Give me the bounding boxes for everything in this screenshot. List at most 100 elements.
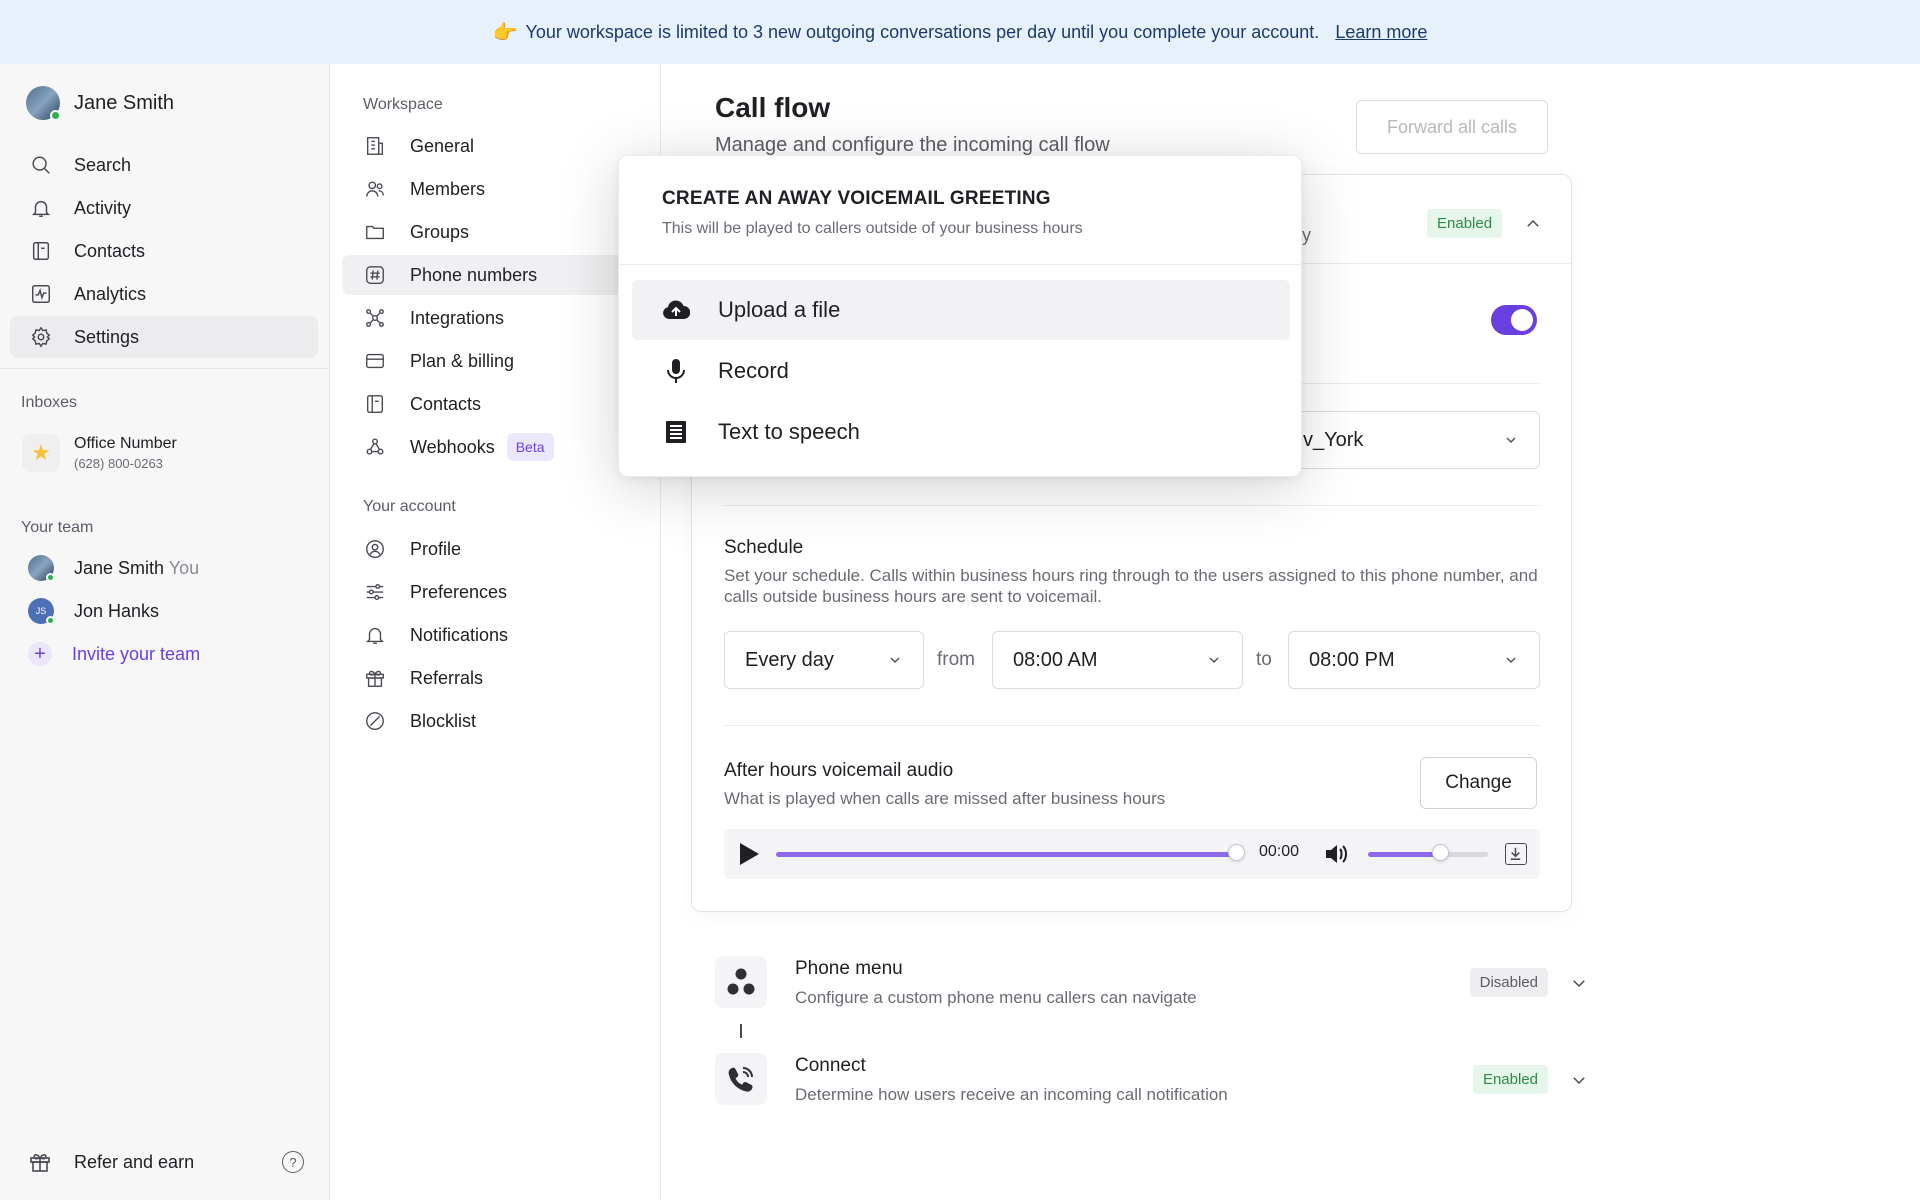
chevron-up-icon[interactable] bbox=[1524, 215, 1542, 233]
after-hours-title: After hours voicemail audio bbox=[724, 760, 954, 781]
settings-item-label: Members bbox=[410, 178, 486, 199]
to-time-select[interactable]: 08:00 PM bbox=[1288, 631, 1540, 689]
nav-analytics[interactable]: Analytics bbox=[10, 273, 318, 315]
bell-icon bbox=[31, 200, 51, 217]
flow-connector bbox=[740, 1024, 742, 1038]
settings-item-label: General bbox=[410, 135, 475, 156]
analytics-icon bbox=[32, 285, 50, 303]
popover-subtitle: This will be played to callers outside o… bbox=[662, 220, 1083, 237]
settings-item-profile[interactable]: Profile bbox=[342, 529, 642, 569]
settings-item-notifications[interactable]: Notifications bbox=[342, 615, 642, 655]
settings-item-label: Preferences bbox=[410, 581, 508, 602]
step-description: Determine how users receive an incoming … bbox=[795, 1085, 1228, 1104]
settings-item-preferences[interactable]: Preferences bbox=[342, 572, 642, 612]
forward-all-calls-button[interactable]: Forward all calls bbox=[1356, 100, 1548, 154]
status-badge: Enabled bbox=[1472, 1065, 1548, 1094]
timezone-select[interactable]: v_York bbox=[1282, 411, 1540, 469]
inbox-phone-number: (628) 800-0263 bbox=[74, 456, 163, 471]
business-hours-toggle[interactable] bbox=[1491, 305, 1537, 335]
settings-item-integrations[interactable]: Integrations bbox=[342, 298, 642, 338]
nav-search[interactable]: Search bbox=[10, 144, 318, 186]
refer-and-earn[interactable]: Refer and earn ? bbox=[28, 1150, 304, 1174]
settings-item-contacts[interactable]: Contacts bbox=[342, 384, 642, 424]
from-label: from bbox=[937, 649, 975, 670]
nav-activity-label: Activity bbox=[74, 197, 132, 218]
phone-menu-step[interactable]: Phone menu Configure a custom phone menu… bbox=[715, 956, 1588, 1008]
star-icon: ★ bbox=[22, 434, 60, 472]
settings-item-label: Notifications bbox=[410, 624, 509, 645]
settings-item-members[interactable]: Members bbox=[342, 169, 642, 209]
download-icon[interactable] bbox=[1505, 843, 1527, 865]
building-icon bbox=[366, 137, 384, 155]
settings-item-label: Blocklist bbox=[410, 710, 477, 731]
team-member-jane[interactable]: Jane Smith You bbox=[28, 555, 199, 582]
phone-menu-icon bbox=[715, 956, 767, 1008]
volume-slider[interactable] bbox=[1368, 852, 1488, 857]
nav-settings[interactable]: Settings bbox=[10, 316, 318, 358]
audio-progress-fill bbox=[776, 852, 1236, 857]
gift-icon bbox=[366, 670, 384, 687]
audio-time: 00:00 bbox=[1259, 843, 1300, 860]
settings-item-label: Contacts bbox=[410, 393, 482, 414]
nav-contacts[interactable]: Contacts bbox=[10, 230, 318, 272]
settings-item-webhooks[interactable]: Webhooks Beta bbox=[342, 427, 642, 467]
contacts-icon bbox=[32, 242, 50, 260]
status-badge: Enabled bbox=[1427, 209, 1503, 238]
volume-icon[interactable] bbox=[1324, 842, 1350, 866]
learn-more-link[interactable]: Learn more bbox=[1335, 22, 1427, 43]
settings-item-groups[interactable]: Groups bbox=[342, 212, 642, 252]
from-time-select[interactable]: 08:00 AM bbox=[992, 631, 1243, 689]
avatar-initials: JS bbox=[35, 606, 47, 616]
audio-progress-bar[interactable] bbox=[776, 852, 1236, 857]
settings-item-plan-billing[interactable]: Plan & billing bbox=[342, 341, 642, 381]
inbox-office-number[interactable]: ★ Office Number (628) 800-0263 bbox=[22, 434, 177, 472]
settings-item-label: Integrations bbox=[410, 307, 505, 328]
play-icon[interactable] bbox=[740, 843, 759, 865]
to-label: to bbox=[1256, 649, 1272, 670]
banner-text: Your workspace is limited to 3 new outgo… bbox=[525, 21, 1320, 42]
user-profile[interactable]: Jane Smith bbox=[26, 86, 174, 121]
step-title: Connect bbox=[795, 1055, 866, 1076]
help-icon[interactable]: ? bbox=[282, 1151, 304, 1173]
audio-progress-handle[interactable] bbox=[1227, 844, 1245, 861]
nav-settings-label: Settings bbox=[74, 326, 140, 347]
chevron-down-icon bbox=[1506, 657, 1516, 663]
to-time-value: 08:00 PM bbox=[1309, 648, 1395, 671]
connect-step[interactable]: Connect Determine how users receive an i… bbox=[715, 1053, 1588, 1105]
schedule-title: Schedule bbox=[724, 537, 804, 558]
volume-handle[interactable] bbox=[1431, 844, 1449, 861]
settings-item-label: Groups bbox=[410, 221, 470, 242]
page-subtitle: Manage and configure the incoming call f… bbox=[715, 134, 1110, 156]
bell-icon bbox=[366, 627, 384, 644]
team-member-jon[interactable]: JS Jon Hanks bbox=[28, 598, 159, 625]
nav-contacts-label: Contacts bbox=[74, 240, 146, 261]
change-audio-button[interactable]: Change bbox=[1420, 757, 1537, 809]
settings-item-blocklist[interactable]: Blocklist bbox=[342, 701, 642, 741]
step-description: Configure a custom phone menu callers ca… bbox=[795, 988, 1197, 1007]
left-sidebar: Jane Smith Search Activity Contacts Anal… bbox=[0, 64, 330, 1200]
team-member-name: Jane Smith bbox=[74, 557, 165, 578]
record-option[interactable]: Record bbox=[632, 341, 1290, 401]
profile-icon bbox=[366, 540, 384, 558]
divider bbox=[724, 725, 1540, 726]
chevron-down-icon[interactable] bbox=[1570, 974, 1588, 992]
settings-item-general[interactable]: General bbox=[342, 126, 642, 166]
phone-ringing-icon bbox=[715, 1053, 767, 1105]
search-icon bbox=[32, 156, 50, 174]
settings-item-referrals[interactable]: Referrals bbox=[342, 658, 642, 698]
upload-file-option[interactable]: Upload a file bbox=[632, 280, 1290, 340]
invite-team-button[interactable]: + Invite your team bbox=[28, 642, 200, 666]
divider bbox=[724, 505, 1540, 506]
beta-badge: Beta bbox=[506, 433, 554, 461]
chevron-down-icon bbox=[1209, 657, 1219, 663]
settings-item-label: Plan & billing bbox=[410, 350, 515, 371]
days-select[interactable]: Every day bbox=[724, 631, 924, 689]
hash-icon bbox=[366, 266, 384, 284]
header-tail-text: y bbox=[1302, 225, 1311, 245]
text-to-speech-option[interactable]: Text to speech bbox=[632, 402, 1290, 462]
popover-title: CREATE AN AWAY VOICEMAIL GREETING bbox=[662, 188, 1051, 209]
nav-activity[interactable]: Activity bbox=[10, 187, 318, 229]
settings-item-label: Webhooks bbox=[410, 436, 495, 457]
chevron-down-icon[interactable] bbox=[1570, 1071, 1588, 1089]
option-label: Upload a file bbox=[718, 297, 841, 322]
